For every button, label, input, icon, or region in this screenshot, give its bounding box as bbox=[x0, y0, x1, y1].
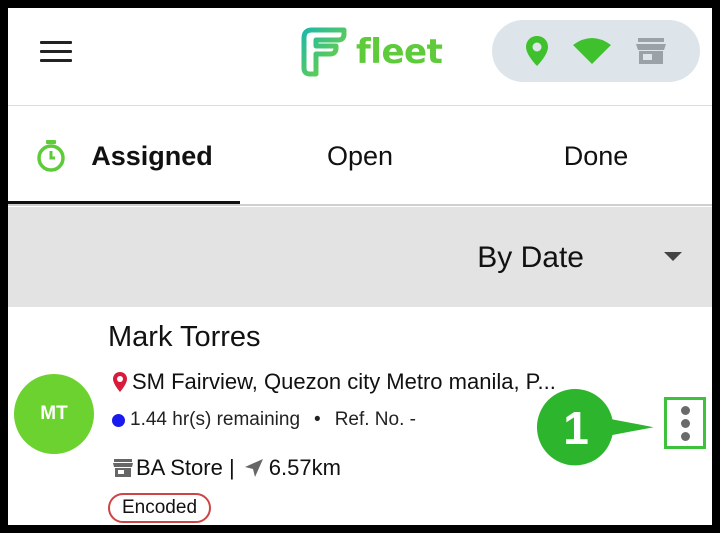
tab-done[interactable]: Done bbox=[480, 107, 712, 205]
store-icon bbox=[635, 38, 666, 64]
address-text: SM Fairview, Quezon city Metro manila, P… bbox=[132, 369, 556, 394]
tab-assigned[interactable]: Assigned bbox=[8, 107, 240, 205]
distance: 6.57km bbox=[268, 455, 341, 480]
status-badge-label: Encoded bbox=[122, 497, 198, 518]
more-vertical-icon bbox=[680, 405, 690, 415]
menu-icon[interactable] bbox=[40, 41, 72, 63]
app-logo: fleet bbox=[294, 24, 443, 80]
reference-number: Ref. No. - bbox=[334, 409, 416, 430]
job-status-tabs: Assigned Open Done bbox=[8, 107, 712, 206]
app-screen: fleet Assigned Open Done By Date MT Mark… bbox=[8, 8, 712, 525]
wifi-icon bbox=[572, 38, 611, 64]
status-indicators[interactable] bbox=[492, 20, 700, 82]
customer-name: Mark Torres bbox=[108, 321, 261, 353]
app-header: fleet bbox=[8, 8, 712, 106]
stopwatch-icon bbox=[37, 140, 65, 172]
avatar: MT bbox=[14, 374, 94, 454]
status-dot-icon bbox=[112, 413, 125, 427]
tab-assigned-label: Assigned bbox=[91, 140, 213, 171]
job-card[interactable]: MT Mark Torres SM Fairview, Quezon city … bbox=[8, 307, 712, 525]
tab-open[interactable]: Open bbox=[240, 107, 480, 205]
store-separator: | bbox=[222, 455, 241, 480]
store-icon bbox=[113, 459, 133, 477]
time-remaining: 1.44 hr(s) remaining bbox=[130, 409, 301, 430]
navigation-arrow-icon bbox=[244, 459, 263, 477]
tabs-divider bbox=[8, 204, 712, 206]
location-pin-icon bbox=[113, 372, 127, 392]
bullet-separator: • bbox=[314, 409, 321, 430]
eta-row: 1.44 hr(s) remaining • Ref. No. - bbox=[112, 409, 416, 431]
store-row: BA Store | 6.57km bbox=[112, 455, 341, 481]
tab-open-label: Open bbox=[326, 140, 394, 171]
sort-filter-bar: By Date bbox=[8, 207, 712, 307]
more-options-button[interactable] bbox=[664, 397, 706, 449]
store-name: BA Store bbox=[136, 455, 223, 480]
sort-dropdown-label: By Date bbox=[477, 241, 584, 274]
tab-done-label: Done bbox=[563, 140, 629, 171]
address-row: SM Fairview, Quezon city Metro manila, P… bbox=[112, 369, 592, 395]
step-number: 1 bbox=[563, 402, 589, 454]
app-name: fleet bbox=[356, 32, 443, 72]
location-pin-icon bbox=[526, 36, 549, 66]
caret-down-icon[interactable] bbox=[664, 252, 682, 261]
fleet-logo-icon bbox=[301, 27, 347, 77]
avatar-initials: MT bbox=[40, 403, 68, 424]
status-badge: Encoded bbox=[108, 493, 212, 523]
